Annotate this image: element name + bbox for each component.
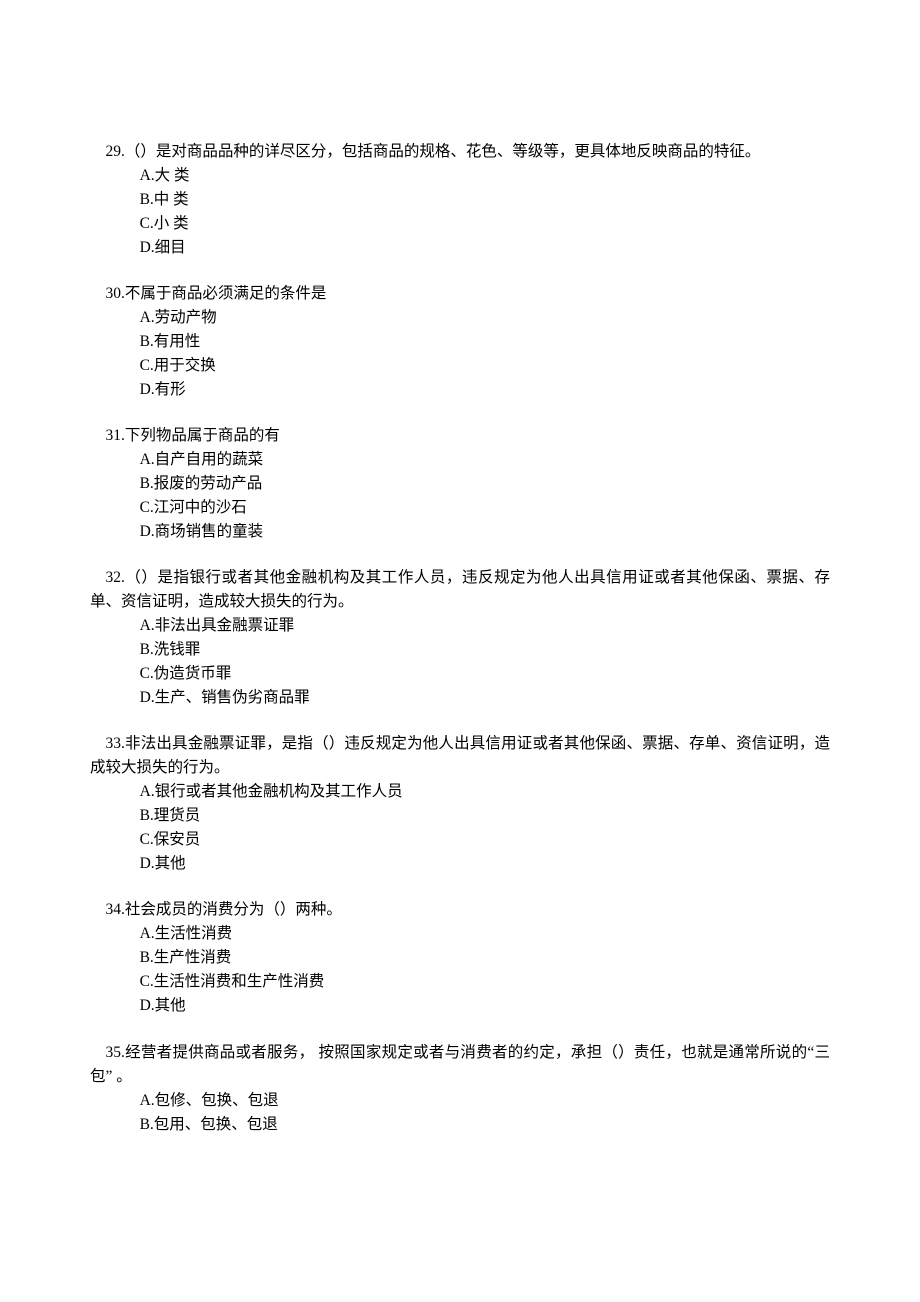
option-b: B.报废的劳动产品: [140, 472, 830, 496]
option-b: B.包用、包换、包退: [140, 1113, 830, 1137]
question-34: 34.社会成员的消费分为（）两种。 A.生活性消费 B.生产性消费 C.生活性消…: [90, 898, 830, 1018]
option-c: C.用于交换: [140, 354, 830, 378]
question-number: 35.: [106, 1044, 125, 1061]
question-text: （）是指银行或者其他金融机构及其工作人员，违反规定为他人出具信用证或者其他保函、…: [90, 569, 830, 610]
question-options: A.包修、包换、包退 B.包用、包换、包退: [90, 1089, 830, 1137]
question-options: A.非法出具金融票证罪 B.洗钱罪 C.伪造货币罪 D.生产、销售伪劣商品罪: [90, 614, 830, 710]
question-text: 社会成员的消费分为（）两种。: [125, 901, 342, 918]
option-c: C.生活性消费和生产性消费: [140, 970, 830, 994]
option-b: B.生产性消费: [140, 946, 830, 970]
question-33: 33.非法出具金融票证罪，是指（）违反规定为他人出具信用证或者其他保函、票据、存…: [90, 732, 830, 876]
question-text: 下列物品属于商品的有: [125, 427, 280, 444]
question-number: 29.: [106, 143, 125, 160]
option-c: C.伪造货币罪: [140, 662, 830, 686]
option-a: A.生活性消费: [140, 922, 830, 946]
option-d: D.其他: [140, 994, 830, 1018]
question-number: 33.: [106, 735, 125, 752]
question-stem: 32.（）是指银行或者其他金融机构及其工作人员，违反规定为他人出具信用证或者其他…: [90, 566, 830, 614]
option-a: A.自产自用的蔬菜: [140, 448, 830, 472]
question-number: 31.: [106, 427, 125, 444]
option-d: D.其他: [140, 852, 830, 876]
question-stem: 34.社会成员的消费分为（）两种。: [90, 898, 830, 922]
option-d: D.细目: [140, 236, 830, 260]
option-a: A.包修、包换、包退: [140, 1089, 830, 1113]
document-page: 29.（）是对商品品种的详尽区分，包括商品的规格、花色、等级等，更具体地反映商品…: [0, 0, 920, 1302]
question-stem: 33.非法出具金融票证罪，是指（）违反规定为他人出具信用证或者其他保函、票据、存…: [90, 732, 830, 780]
question-options: A.生活性消费 B.生产性消费 C.生活性消费和生产性消费 D.其他: [90, 922, 830, 1018]
option-c: C.保安员: [140, 828, 830, 852]
question-stem: 29.（）是对商品品种的详尽区分，包括商品的规格、花色、等级等，更具体地反映商品…: [90, 140, 830, 164]
question-number: 30.: [106, 285, 125, 302]
option-c: C.江河中的沙石: [140, 496, 830, 520]
question-text: （）是对商品品种的详尽区分，包括商品的规格、花色、等级等，更具体地反映商品的特征…: [125, 143, 761, 160]
question-stem: 35.经营者提供商品或者服务， 按照国家规定或者与消费者的约定，承担（）责任，也…: [90, 1041, 830, 1089]
question-options: A.大 类 B.中 类 C.小 类 D.细目: [90, 164, 830, 260]
question-options: A.银行或者其他金融机构及其工作人员 B.理货员 C.保安员 D.其他: [90, 780, 830, 876]
option-b: B.中 类: [140, 188, 830, 212]
option-a: A.非法出具金融票证罪: [140, 614, 830, 638]
question-31: 31.下列物品属于商品的有 A.自产自用的蔬菜 B.报废的劳动产品 C.江河中的…: [90, 424, 830, 544]
question-text: 非法出具金融票证罪，是指（）违反规定为他人出具信用证或者其他保函、票据、存单、资…: [90, 735, 830, 776]
question-stem: 31.下列物品属于商品的有: [90, 424, 830, 448]
option-a: A.大 类: [140, 164, 830, 188]
option-d: D.生产、销售伪劣商品罪: [140, 686, 830, 710]
question-32: 32.（）是指银行或者其他金融机构及其工作人员，违反规定为他人出具信用证或者其他…: [90, 566, 830, 710]
option-d: D.有形: [140, 378, 830, 402]
question-number: 32.: [106, 569, 125, 586]
option-a: A.银行或者其他金融机构及其工作人员: [140, 780, 830, 804]
option-c: C.小 类: [140, 212, 830, 236]
question-text: 不属于商品必须满足的条件是: [125, 285, 327, 302]
question-30: 30.不属于商品必须满足的条件是 A.劳动产物 B.有用性 C.用于交换 D.有…: [90, 282, 830, 402]
question-stem: 30.不属于商品必须满足的条件是: [90, 282, 830, 306]
option-d: D.商场销售的童装: [140, 520, 830, 544]
option-b: B.洗钱罪: [140, 638, 830, 662]
question-29: 29.（）是对商品品种的详尽区分，包括商品的规格、花色、等级等，更具体地反映商品…: [90, 140, 830, 260]
question-text: 经营者提供商品或者服务， 按照国家规定或者与消费者的约定，承担（）责任，也就是通…: [90, 1044, 830, 1085]
option-a: A.劳动产物: [140, 306, 830, 330]
question-number: 34.: [106, 901, 125, 918]
question-options: A.劳动产物 B.有用性 C.用于交换 D.有形: [90, 306, 830, 402]
option-b: B.理货员: [140, 804, 830, 828]
option-b: B.有用性: [140, 330, 830, 354]
question-35: 35.经营者提供商品或者服务， 按照国家规定或者与消费者的约定，承担（）责任，也…: [90, 1041, 830, 1137]
question-options: A.自产自用的蔬菜 B.报废的劳动产品 C.江河中的沙石 D.商场销售的童装: [90, 448, 830, 544]
